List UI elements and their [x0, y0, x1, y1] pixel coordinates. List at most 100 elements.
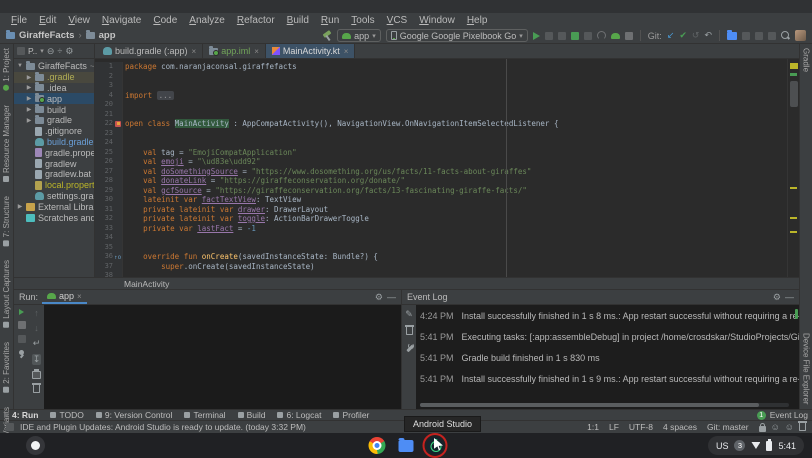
- avd-manager-icon[interactable]: [755, 32, 763, 40]
- code-area[interactable]: 1package com.naranjaconsal.giraffefacts2…: [95, 59, 799, 277]
- tree-item-app[interactable]: ▶app: [14, 93, 94, 104]
- dnd-icon[interactable]: [799, 423, 806, 431]
- notification-icon[interactable]: [6, 423, 14, 431]
- avatar[interactable]: [795, 30, 806, 41]
- tree-arrow-icon[interactable]: ▶: [17, 203, 23, 210]
- tree-item-GiraffeFacts[interactable]: ▼GiraffeFacts ~/S: [14, 61, 94, 72]
- git-update-icon[interactable]: ↙: [667, 31, 675, 40]
- gear-icon[interactable]: ⚙: [65, 47, 73, 56]
- run-config-dropdown[interactable]: app ▾: [337, 29, 381, 42]
- chrome-icon[interactable]: [369, 437, 386, 454]
- tree-arrow-icon[interactable]: ▶: [26, 74, 32, 81]
- close-icon[interactable]: ×: [77, 292, 82, 301]
- scroll-to-end-icon[interactable]: ↧: [32, 354, 42, 365]
- menu-item-code[interactable]: Code: [148, 15, 182, 26]
- git-history-icon[interactable]: ↺: [692, 31, 700, 40]
- toolwindow-button-terminal[interactable]: Terminal: [184, 410, 225, 420]
- feedback-frown-icon[interactable]: ☺: [785, 423, 794, 432]
- profiler-button[interactable]: [597, 31, 606, 40]
- menu-item-help[interactable]: Help: [462, 15, 493, 26]
- feedback-smiley-icon[interactable]: ☺: [771, 423, 780, 432]
- files-app-icon[interactable]: [399, 440, 414, 452]
- debug-button[interactable]: [558, 32, 566, 40]
- toolwindow-button-profiler[interactable]: Profiler: [333, 410, 369, 420]
- soft-wrap-icon[interactable]: ↵: [33, 339, 41, 348]
- menu-item-run[interactable]: Run: [316, 15, 344, 26]
- print-icon[interactable]: [32, 371, 41, 379]
- menu-item-refactor[interactable]: Refactor: [232, 15, 280, 26]
- close-icon[interactable]: ×: [254, 47, 259, 56]
- git-commit-icon[interactable]: ✔: [679, 31, 687, 40]
- tree-item--gitignore[interactable]: .gitignore: [14, 126, 94, 137]
- menu-item-vcs[interactable]: VCS: [382, 15, 413, 26]
- attach-debugger-button[interactable]: [571, 32, 579, 40]
- toolwindow-2-favorites[interactable]: 2: Favorites: [2, 342, 11, 393]
- menu-item-tools[interactable]: Tools: [346, 15, 379, 26]
- clear-console-icon[interactable]: [33, 385, 40, 393]
- rerun-button[interactable]: [19, 309, 24, 315]
- menu-item-analyze[interactable]: Analyze: [184, 15, 230, 26]
- notification-count-badge[interactable]: 3: [734, 440, 745, 451]
- lock-icon[interactable]: [759, 426, 766, 432]
- mark-read-icon[interactable]: ✎: [405, 310, 413, 319]
- run-button[interactable]: [533, 32, 540, 40]
- close-icon[interactable]: ×: [344, 47, 349, 56]
- sdk-manager-icon[interactable]: [768, 32, 776, 40]
- toolwindow-resource-manager[interactable]: Resource Manager: [2, 105, 11, 182]
- tree-item-gradlew-bat[interactable]: gradlew.bat: [14, 169, 94, 180]
- toolwindow-button-9-version-control[interactable]: 9: Version Control: [96, 410, 173, 420]
- git-branch[interactable]: Git: master: [707, 422, 749, 432]
- tree-item-build[interactable]: ▶build: [14, 104, 94, 115]
- run-config-icon[interactable]: [18, 335, 26, 343]
- menu-item-file[interactable]: File: [6, 15, 32, 26]
- class-gutter-icon[interactable]: [115, 121, 121, 127]
- toolwindow-layout-captures[interactable]: Layout Captures: [2, 260, 11, 328]
- event-log-entries[interactable]: 4:24 PMInstall successfully finished in …: [416, 305, 799, 409]
- menu-item-navigate[interactable]: Navigate: [97, 15, 146, 26]
- menu-item-edit[interactable]: Edit: [34, 15, 61, 26]
- editor-scrollbar[interactable]: [787, 59, 799, 277]
- tree-arrow-icon[interactable]: ▼: [17, 63, 23, 69]
- up-stack-trace-icon[interactable]: ↑: [34, 309, 39, 318]
- toolwindow-button-todo[interactable]: TODO: [50, 410, 83, 420]
- status-message[interactable]: IDE and Plugin Updates: Android Studio i…: [20, 422, 306, 432]
- device-dropdown[interactable]: Google Google Pixelbook Go ▾: [386, 29, 528, 42]
- down-stack-trace-icon[interactable]: ↓: [34, 324, 39, 333]
- tree-item-local-propertie[interactable]: local.propertie: [14, 180, 94, 191]
- caret-position[interactable]: 1:1: [587, 422, 599, 432]
- toolwindow-button-6-logcat[interactable]: 6: Logcat: [277, 410, 321, 420]
- tree-arrow-icon[interactable]: ▶: [26, 106, 32, 113]
- tab-app-iml[interactable]: app.iml×: [203, 44, 266, 58]
- tree-item-Scratches-and-C[interactable]: Scratches and C: [14, 212, 94, 223]
- tree-arrow-icon[interactable]: ▶: [26, 84, 32, 91]
- menu-item-build[interactable]: Build: [282, 15, 314, 26]
- toolwindow-button-build[interactable]: Build: [238, 410, 266, 420]
- menu-item-window[interactable]: Window: [414, 15, 460, 26]
- system-tray[interactable]: US 3 5:41: [708, 436, 804, 455]
- keyboard-layout-badge[interactable]: US: [716, 441, 729, 451]
- breadcrumb-module[interactable]: app: [99, 30, 116, 41]
- file-encoding[interactable]: UTF-8: [629, 422, 653, 432]
- gear-icon[interactable]: ⚙: [375, 293, 383, 302]
- tab-MainActivity-kt[interactable]: MainActivity.kt×: [266, 44, 356, 58]
- toolwindow-gradle[interactable]: Gradle: [802, 48, 811, 72]
- tree-arrow-icon[interactable]: ▶: [26, 95, 32, 102]
- log-settings-icon[interactable]: [405, 343, 414, 352]
- minimize-icon[interactable]: —: [785, 293, 794, 302]
- event-log-button[interactable]: 1Event Log: [757, 410, 808, 420]
- device-manager-button[interactable]: [611, 33, 620, 39]
- line-separator[interactable]: LF: [609, 422, 619, 432]
- breadcrumb-project[interactable]: GiraffeFacts: [19, 30, 74, 41]
- collapse-all-icon[interactable]: ⊖: [47, 47, 55, 56]
- event-log-hscrollbar[interactable]: [420, 403, 789, 407]
- tree-item-build-gradle[interactable]: build.gradle: [14, 137, 94, 148]
- tree-item-External-Libraries[interactable]: ▶External Libraries: [14, 201, 94, 212]
- menu-item-view[interactable]: View: [63, 15, 95, 26]
- minimize-icon[interactable]: —: [387, 293, 396, 302]
- run-console[interactable]: [44, 305, 401, 409]
- toolwindow-7-structure[interactable]: 7: Structure: [2, 196, 11, 246]
- tree-item-gradlew[interactable]: gradlew: [14, 158, 94, 169]
- pin-icon[interactable]: [17, 349, 26, 358]
- close-icon[interactable]: ×: [192, 47, 197, 56]
- stop-button[interactable]: [625, 32, 633, 40]
